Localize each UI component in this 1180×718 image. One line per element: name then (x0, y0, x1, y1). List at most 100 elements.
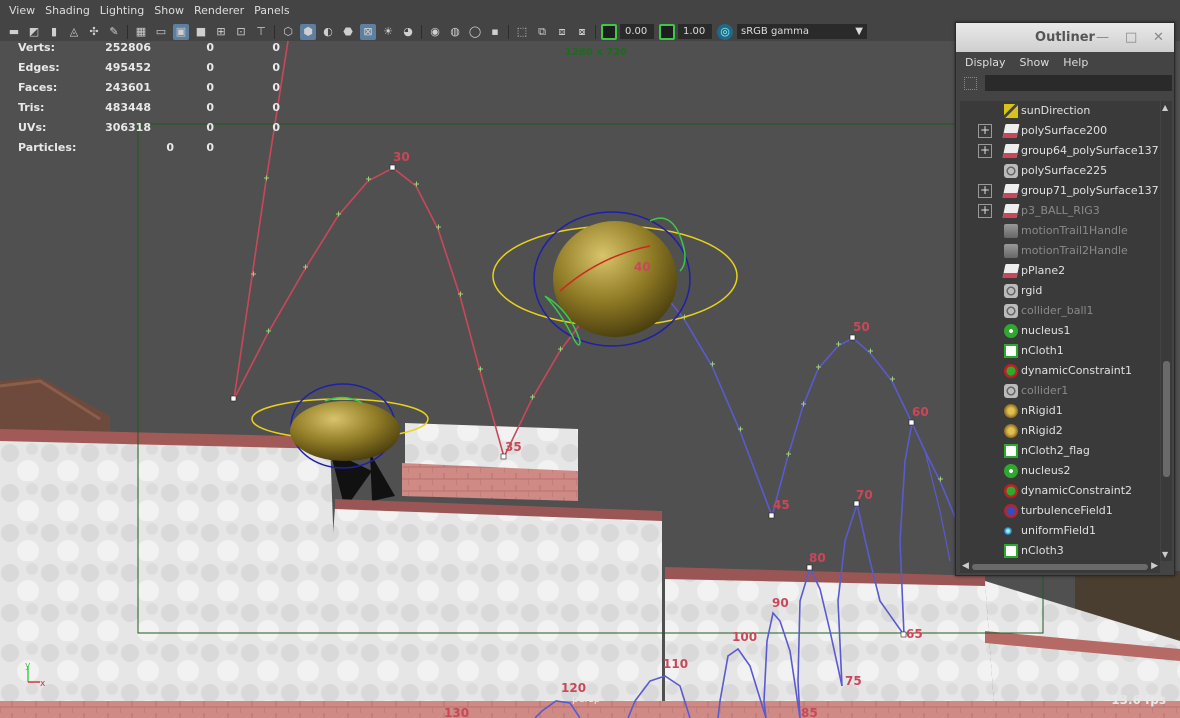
expand-icon[interactable]: + (978, 124, 992, 138)
outliner-item-name: turbulenceField1 (1021, 504, 1113, 517)
outliner-title: Outliner (1035, 30, 1095, 45)
outliner-item[interactable]: nRigid1 (960, 401, 1160, 421)
outliner-item[interactable]: rgid (960, 281, 1160, 301)
menu-shading[interactable]: Shading (40, 0, 95, 22)
camera-icon[interactable]: ▬ (6, 24, 22, 40)
scroll-up-icon[interactable]: ▲ (1162, 103, 1168, 112)
outliner-item[interactable]: dynamicConstraint2 (960, 481, 1160, 501)
color-management-icon[interactable]: ◎ (717, 23, 733, 40)
outliner-vertical-scrollbar[interactable]: ▲ ▼ (1161, 101, 1172, 561)
ambient-occlusion-icon[interactable]: ◉ (427, 24, 443, 40)
frame-label: 65 (906, 627, 923, 641)
depth-of-field-icon[interactable]: ▪ (487, 24, 503, 40)
expand-icon[interactable]: + (978, 204, 992, 218)
outliner-item[interactable]: dynamicConstraint1 (960, 361, 1160, 381)
field-chart-icon[interactable]: ⊞ (213, 24, 229, 40)
motion-blur-icon[interactable]: ◍ (447, 24, 463, 40)
outliner-item[interactable]: uniformField1 (960, 521, 1160, 541)
poly-icon (1004, 164, 1018, 178)
scroll-right-icon[interactable]: ▶ (1151, 561, 1158, 571)
nucleus-icon (1004, 464, 1018, 478)
outliner-item[interactable]: nCloth1 (960, 341, 1160, 361)
safe-title-icon[interactable]: ⊤ (253, 24, 269, 40)
ball-upper (492, 211, 738, 347)
gamma-icon[interactable] (659, 23, 675, 40)
outliner-window[interactable]: Outliner — □ ✕ Display Show Help sunDire… (955, 22, 1175, 576)
film-gate-icon[interactable]: ▭ (153, 24, 169, 40)
bookmark-icon[interactable]: ▮ (46, 24, 62, 40)
outliner-item[interactable]: motionTrail1Handle (960, 221, 1160, 241)
outliner-search-input[interactable] (985, 75, 1172, 91)
outliner-item[interactable]: nCloth3 (960, 541, 1160, 561)
menu-display[interactable]: Display (965, 56, 1006, 69)
menu-view[interactable]: View (4, 0, 40, 22)
search-icon[interactable] (964, 77, 977, 90)
smooth-shade-icon[interactable]: ⬢ (300, 23, 316, 40)
scrollbar-thumb[interactable] (1163, 361, 1170, 477)
grease-pencil-icon[interactable]: ✎ (106, 24, 122, 40)
scroll-left-icon[interactable]: ◀ (962, 561, 969, 571)
outliner-item[interactable]: + polySurface200 (960, 121, 1160, 141)
outliner-item[interactable]: sunDirection (960, 101, 1160, 121)
safe-action-icon[interactable]: ⊡ (233, 24, 249, 40)
outliner-item[interactable]: nucleus1 (960, 321, 1160, 341)
expand-icon[interactable]: + (978, 184, 992, 198)
frame-label: 60 (912, 405, 929, 419)
outliner-list[interactable]: sunDirection + polySurface200 + group64_poly… (960, 101, 1160, 561)
outliner-titlebar[interactable]: Outliner — □ ✕ (956, 23, 1174, 52)
outliner-item-name: nRigid1 (1021, 404, 1063, 417)
outliner-item[interactable]: pPlane2 (960, 261, 1160, 281)
outliner-item[interactable]: + group64_polySurface137 (960, 141, 1160, 161)
transform-icon[interactable]: ✣ (86, 24, 102, 40)
menu-help[interactable]: Help (1063, 56, 1088, 69)
menu-renderer[interactable]: Renderer (189, 0, 249, 22)
outliner-item[interactable]: polySurface225 (960, 161, 1160, 181)
xray-icon[interactable]: ⧉ (534, 24, 550, 40)
xray-components-icon[interactable]: ⧇ (574, 24, 590, 40)
textured-icon[interactable]: ⊠ (360, 23, 376, 40)
hud-value: 0 (272, 121, 280, 134)
menu-show[interactable]: Show (149, 0, 189, 22)
shadows-icon[interactable]: ◕ (400, 24, 416, 40)
xray-joints-icon[interactable]: ⧈ (554, 24, 570, 40)
outliner-item[interactable]: nRigid2 (960, 421, 1160, 441)
gamma-field[interactable]: 1.00 (678, 24, 712, 39)
camera-attributes-icon[interactable]: ◩ (26, 24, 42, 40)
minimize-icon[interactable]: — (1096, 23, 1109, 52)
isolate-select-icon[interactable]: ⬚ (514, 24, 530, 40)
outliner-item[interactable]: turbulenceField1 (960, 501, 1160, 521)
hud-value: 483448 (105, 101, 151, 114)
menu-panels[interactable]: Panels (249, 0, 294, 22)
outliner-item-name: motionTrail2Handle (1021, 244, 1128, 257)
menu-lighting[interactable]: Lighting (95, 0, 149, 22)
maximize-icon[interactable]: □ (1125, 23, 1137, 52)
frame-label: 90 (772, 596, 789, 610)
scroll-down-icon[interactable]: ▼ (1162, 550, 1168, 559)
resolution-gate-icon[interactable]: ▣ (173, 23, 189, 40)
outliner-item[interactable]: collider1 (960, 381, 1160, 401)
expand-icon[interactable]: + (978, 144, 992, 158)
scrollbar-thumb[interactable] (972, 564, 1148, 570)
default-material-icon[interactable]: ◐ (320, 24, 336, 40)
view-transform-dropdown[interactable]: sRGB gamma ▼ (737, 24, 867, 39)
gate-mask-icon[interactable]: ■ (193, 24, 209, 40)
outliner-item[interactable]: collider_ball1 (960, 301, 1160, 321)
wireframe-icon[interactable]: ⬡ (280, 24, 296, 40)
image-plane-icon[interactable]: ◬ (66, 24, 82, 40)
outliner-item[interactable]: + group71_polySurface137 (960, 181, 1160, 201)
use-lights-icon[interactable]: ☀ (380, 24, 396, 40)
axis-x-label: x (40, 679, 46, 689)
outliner-item[interactable]: nCloth2_flag (960, 441, 1160, 461)
outliner-horizontal-scrollbar[interactable]: ◀ ▶ (960, 561, 1160, 573)
outliner-item[interactable]: motionTrail2Handle (960, 241, 1160, 261)
anti-aliasing-icon[interactable]: ◯ (467, 24, 483, 40)
outliner-item[interactable]: + p3_BALL_RIG3 (960, 201, 1160, 221)
exposure-icon[interactable] (601, 23, 617, 40)
outliner-item[interactable]: nucleus2 (960, 461, 1160, 481)
close-icon[interactable]: ✕ (1153, 23, 1164, 52)
wireframe-on-shaded-icon[interactable]: ⬣ (340, 24, 356, 40)
menu-show[interactable]: Show (1020, 56, 1050, 69)
uniform-field-icon (1004, 527, 1012, 535)
grid-icon[interactable]: ▦ (133, 24, 149, 40)
exposure-field[interactable]: 0.00 (620, 24, 654, 39)
